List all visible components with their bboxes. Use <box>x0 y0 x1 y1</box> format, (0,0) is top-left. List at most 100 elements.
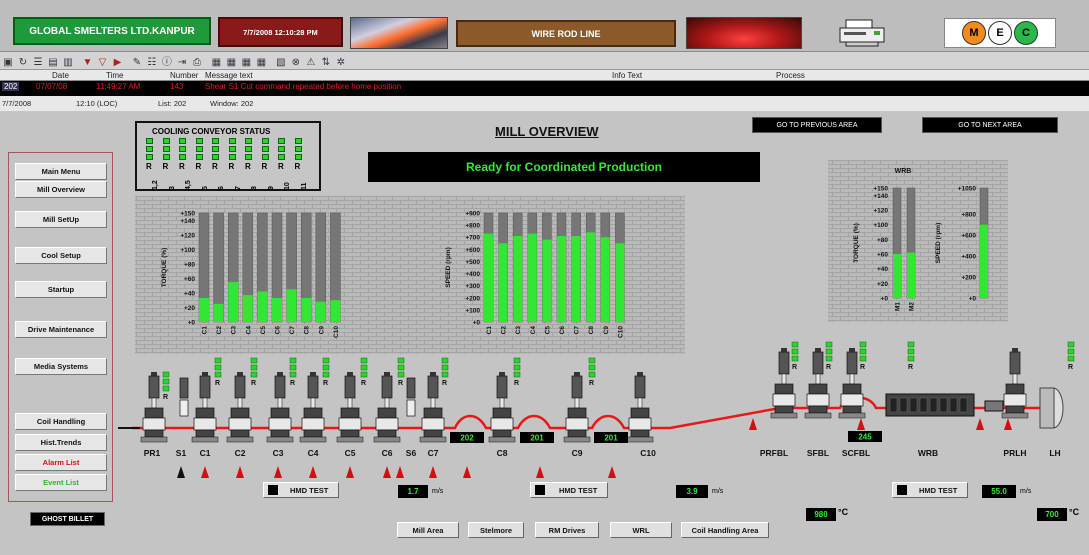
mill-stand[interactable] <box>226 372 254 443</box>
stand-indicator <box>513 357 521 364</box>
nav-mill-area[interactable]: Mill Area <box>397 522 459 538</box>
ghost-billet-button[interactable]: GHOST BILLET <box>30 512 105 526</box>
stand-indicator <box>859 341 867 348</box>
hmd-test-1[interactable]: HMD TEST <box>263 482 339 498</box>
stand-indicator <box>825 341 833 348</box>
stand-state: R <box>290 380 295 387</box>
hmd-sensor-icon <box>857 418 865 430</box>
stand-label: C8 <box>497 448 508 458</box>
hmd-sensor-icon <box>1004 418 1012 430</box>
loop-value: 201 <box>530 434 544 443</box>
stand-state: R <box>251 380 256 387</box>
stand-state: R <box>514 380 519 387</box>
stand-indicator <box>162 385 170 392</box>
stand-indicator <box>791 348 799 355</box>
stand-indicator <box>825 355 833 362</box>
shear[interactable] <box>406 377 416 399</box>
stand-indicator <box>907 355 915 362</box>
mill-line-diagram: R R R R R R R R R R R R R R R 202 201 201 245 PR1 S1 C1 C2 C3 C4… <box>118 341 1075 478</box>
stand-indicator <box>1067 355 1075 362</box>
nav-coil-handling-area[interactable]: Coil Handling Area <box>681 522 769 538</box>
loop-value: 202 <box>460 434 474 443</box>
stand-indicator <box>791 341 799 348</box>
mill-stand[interactable] <box>373 372 401 443</box>
stand-indicator <box>513 371 521 378</box>
stand-state: R <box>792 364 797 371</box>
stand-indicator <box>322 364 330 371</box>
stand-indicator <box>250 357 258 364</box>
stand-indicator <box>162 378 170 385</box>
stand-label: PR1 <box>144 448 161 458</box>
wrb-roll <box>959 397 968 413</box>
stand-label: C2 <box>235 448 246 458</box>
stand-label: LH <box>1049 448 1060 458</box>
stand-state: R <box>860 364 865 371</box>
stand-indicator <box>214 364 222 371</box>
speed-readout-2: 3.9 <box>676 485 708 498</box>
stand-label: C5 <box>345 448 356 458</box>
shear[interactable] <box>179 377 189 399</box>
nav-rm-drives[interactable]: RM Drives <box>535 522 599 538</box>
hmd-indicator-3 <box>897 485 907 495</box>
stand-indicator <box>441 371 449 378</box>
stand-state: R <box>398 380 403 387</box>
nav-wrl[interactable]: WRL <box>610 522 672 538</box>
stand-label: S1 <box>176 448 187 458</box>
stand-state: R <box>361 380 366 387</box>
wrb-roll <box>899 397 908 413</box>
wrb-roll <box>889 397 898 413</box>
nav-stelmore[interactable]: Stelmore <box>468 522 524 538</box>
hmd-label-2: HMD TEST <box>559 485 598 495</box>
speed-unit-1: m/s <box>432 488 444 495</box>
stand-label: SFBL <box>807 448 829 458</box>
stand-label: C3 <box>273 448 284 458</box>
stand-label: C10 <box>640 448 656 458</box>
mill-stand[interactable] <box>563 372 591 443</box>
stand-label: WRB <box>918 448 938 458</box>
temp-unit-1: °C <box>838 507 849 517</box>
speed-readout-3: 55.0 <box>982 485 1016 498</box>
loop-value: 201 <box>604 434 618 443</box>
stand-indicator <box>289 357 297 364</box>
stand-indicator <box>289 371 297 378</box>
stand-indicator <box>397 371 405 378</box>
laying-head-body <box>1039 387 1055 429</box>
mill-stand[interactable] <box>336 372 364 443</box>
mill-stand[interactable] <box>1001 348 1029 419</box>
hmd-test-3[interactable]: HMD TEST <box>892 482 968 498</box>
stand-indicator <box>214 371 222 378</box>
stand-state: R <box>442 380 447 387</box>
stand-state: R <box>826 364 831 371</box>
stand-indicator <box>397 364 405 371</box>
stand-state: R <box>323 380 328 387</box>
stand-label: PRLH <box>1003 448 1026 458</box>
hmd-test-2[interactable]: HMD TEST <box>530 482 608 498</box>
stand-indicator <box>513 364 521 371</box>
wrb-roll <box>919 397 928 413</box>
stand-indicator <box>289 364 297 371</box>
mill-stand[interactable] <box>626 372 654 443</box>
stand-label: C9 <box>572 448 583 458</box>
hmd-indicator-2 <box>535 485 545 495</box>
stand-state: R <box>215 380 220 387</box>
stand-state: R <box>163 394 168 401</box>
stand-label: C1 <box>200 448 211 458</box>
stand-indicator <box>825 348 833 355</box>
pinch-roll[interactable] <box>984 400 1004 412</box>
temp-readout-1: 980 <box>806 508 836 521</box>
shear-body <box>406 399 416 417</box>
wrb-roll <box>909 397 918 413</box>
hmd-sensor-icon <box>463 466 471 478</box>
mill-stand[interactable] <box>488 372 516 443</box>
loop-value: 245 <box>858 433 872 442</box>
stand-indicator <box>859 355 867 362</box>
hmd-label-3: HMD TEST <box>919 485 958 495</box>
hmd-sensor-icon <box>177 466 185 478</box>
hmd-sensor-icon <box>274 466 282 478</box>
stand-indicator <box>214 357 222 364</box>
stand-label: C6 <box>382 448 393 458</box>
wrb-roll <box>949 397 958 413</box>
hmd-sensor-icon <box>396 466 404 478</box>
stand-indicator <box>360 371 368 378</box>
hmd-sensor-icon <box>383 466 391 478</box>
